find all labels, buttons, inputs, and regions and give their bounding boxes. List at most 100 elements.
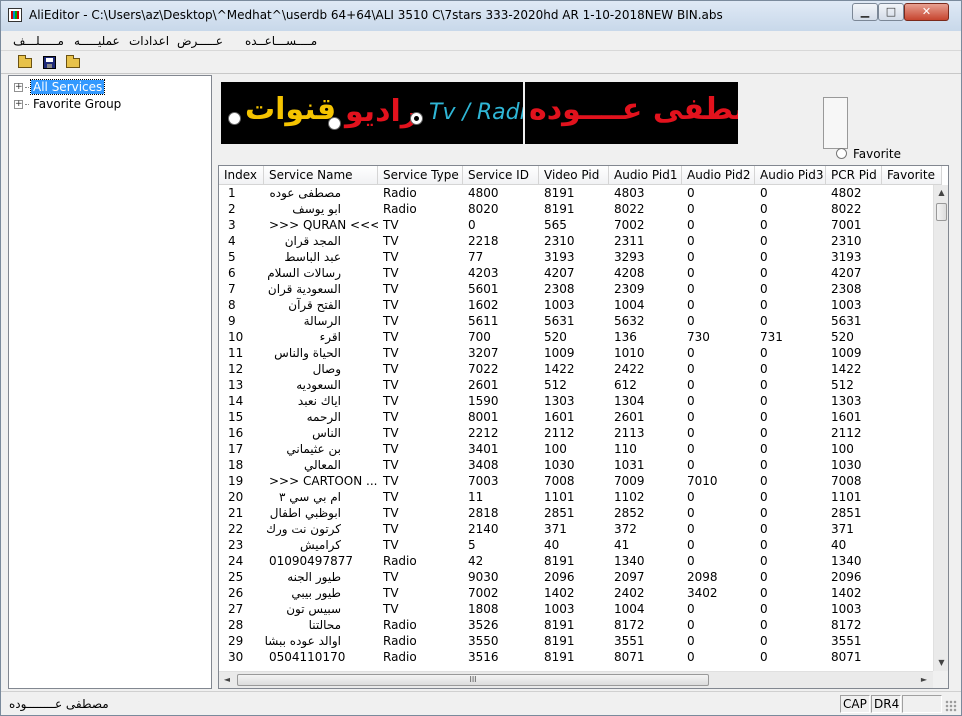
vertical-scrollbar[interactable]: ▲ ▼: [933, 185, 948, 671]
menu-file[interactable]: مـــــلـــف: [13, 34, 64, 48]
table-cell: 3193: [831, 250, 862, 264]
vertical-scroll-thumb[interactable]: [936, 203, 947, 221]
scroll-left-icon[interactable]: ◄: [219, 672, 235, 688]
tree-item-all-services[interactable]: + All Services: [14, 79, 106, 95]
table-cell: اوالد عوده ببشال: [264, 634, 341, 648]
table-cell: محالتنا: [308, 618, 341, 632]
table-cell: 136: [614, 330, 637, 344]
table-cell: 4207: [831, 266, 862, 280]
maximize-button[interactable]: □: [878, 3, 904, 21]
grid-body[interactable]: 1 مصطفى عوده Radio 4800 8191 4803 0 0 4802 2 ابو ي…: [219, 185, 933, 671]
table-cell: 0: [687, 202, 695, 216]
table-row[interactable]: 18 المعالي TV 3408 1030 1031 0 0 1030: [219, 457, 933, 473]
table-cell: ابو يوسف: [292, 202, 341, 216]
table-cell: 0: [760, 266, 768, 280]
table-row[interactable]: 22 كرتون نت ورك TV 2140 371 372 0 0 371: [219, 521, 933, 537]
table-row[interactable]: 3 >>> QURAN <<< TV 0 565 7002 0 0 7001: [219, 217, 933, 233]
table-row[interactable]: 12 وصال TV 7022 1422 2422 0 0 1422: [219, 361, 933, 377]
table-cell: 2309: [614, 282, 645, 296]
menu-settings[interactable]: اعدادات: [129, 34, 169, 48]
horizontal-scrollbar[interactable]: ◄ III ►: [219, 671, 933, 688]
tree-item-favorite-group[interactable]: + Favorite Group: [14, 96, 123, 112]
services-grid[interactable]: Index Service Name Service Type Service ID V…: [218, 165, 949, 689]
tree-item-label[interactable]: Favorite Group: [31, 97, 123, 111]
table-cell: 9030: [468, 570, 499, 584]
scroll-down-icon[interactable]: ▼: [934, 655, 948, 671]
tv-radio-radio[interactable]: [410, 112, 423, 125]
table-cell: 2311: [614, 234, 645, 248]
column-header[interactable]: Audio Pid2: [682, 166, 755, 185]
save-as-button[interactable]: [64, 54, 82, 71]
table-cell: TV: [383, 362, 399, 376]
table-cell: 14: [228, 394, 244, 408]
minimize-button[interactable]: ▁: [852, 3, 878, 21]
table-row[interactable]: 5 عبد الباسط TV 77 3193 3293 0 0 3193: [219, 249, 933, 265]
column-header[interactable]: Index: [219, 166, 264, 185]
column-header[interactable]: Video Pid: [539, 166, 609, 185]
table-row[interactable]: 9 الرسالة TV 5611 5631 5632 0 0 5631: [219, 313, 933, 329]
resize-grip-icon[interactable]: [945, 700, 957, 712]
table-row[interactable]: 10 اقرء TV 700 520 136 730 731 520: [219, 329, 933, 345]
table-row[interactable]: 4 المجد قران TV 2218 2310 2311 0 0 2310: [219, 233, 933, 249]
open-button[interactable]: [16, 54, 34, 71]
table-cell: TV: [383, 602, 399, 616]
table-row[interactable]: 1 مصطفى عوده Radio 4800 8191 4803 0 0 4802: [219, 185, 933, 201]
column-header[interactable]: Service Name: [264, 166, 378, 185]
table-row[interactable]: 21 ابوظبي اطفال TV 2818 2851 2852 0 0 2851: [219, 505, 933, 521]
table-cell: 0: [760, 362, 768, 376]
menu-operation[interactable]: عمليـــــه: [74, 34, 120, 48]
table-cell: 2218: [468, 234, 499, 248]
table-row[interactable]: 6 رسالات السلام TV 4203 4207 4208 0 0 4207: [219, 265, 933, 281]
table-row[interactable]: 26 طيور بيبي TV 7002 1402 2402 3402 0 1402: [219, 585, 933, 601]
table-row[interactable]: 25 طيور الجنه TV 9030 2096 2097 2098 0 2096: [219, 569, 933, 585]
table-row[interactable]: 13 السعوديه TV 2601 512 612 0 0 512: [219, 377, 933, 393]
table-row[interactable]: 16 الناس TV 2212 2112 2113 0 0 2112: [219, 425, 933, 441]
column-header[interactable]: Favorite: [882, 166, 942, 185]
table-row[interactable]: 30 0504110170 Radio 3516 8191 8071 0 0 8071: [219, 649, 933, 665]
radio-radio[interactable]: [328, 117, 341, 130]
column-header[interactable]: Service Type: [378, 166, 463, 185]
menu-help[interactable]: مــــســـاعــده: [245, 34, 317, 48]
table-row[interactable]: 11 الحياة والناس TV 3207 1009 1010 0 0 1009: [219, 345, 933, 361]
table-row[interactable]: 2 ابو يوسف Radio 8020 8191 8022 0 0 8022: [219, 201, 933, 217]
table-cell: TV: [383, 218, 399, 232]
tree-item-label[interactable]: All Services: [29, 79, 106, 95]
table-cell: 7010: [687, 474, 718, 488]
column-header[interactable]: Audio Pid3: [755, 166, 826, 185]
horizontal-scroll-thumb[interactable]: III: [237, 674, 709, 686]
expand-icon[interactable]: +: [14, 99, 23, 109]
favorite-radio[interactable]: [836, 148, 847, 159]
title-bar[interactable]: AliEditor - C:\Users\az\Desktop\^Medhat^…: [1, 1, 961, 31]
save-button[interactable]: [40, 54, 58, 71]
column-header[interactable]: PCR Pid: [826, 166, 882, 185]
table-row[interactable]: 8 الفتح قرآن TV 1602 1003 1004 0 0 1003: [219, 297, 933, 313]
menu-view[interactable]: عـــــرض: [177, 34, 223, 48]
table-row[interactable]: 7 السعودية قران TV 5601 2308 2309 0 0 2308: [219, 281, 933, 297]
scroll-right-icon[interactable]: ►: [916, 672, 932, 688]
table-row[interactable]: 19 >>> CARTOON ... TV 7003 7008 7009 7010 0 7008: [219, 473, 933, 489]
table-row[interactable]: 17 بن عثيماني TV 3401 100 110 0 0 100: [219, 441, 933, 457]
table-row[interactable]: 20 ام بي سي ٣ TV 11 1101 1102 0 0 1101: [219, 489, 933, 505]
table-cell: 0: [760, 282, 768, 296]
table-row[interactable]: 23 كراميش TV 5 40 41 0 0 40: [219, 537, 933, 553]
column-header[interactable]: Service ID: [463, 166, 539, 185]
column-header[interactable]: Audio Pid1: [609, 166, 682, 185]
table-cell: 8191: [544, 650, 575, 664]
table-row[interactable]: 29 اوالد عوده ببشال Radio 3550 8191 3551 0 0 355…: [219, 633, 933, 649]
table-cell: 5611: [468, 314, 499, 328]
table-row[interactable]: 27 سبيس تون TV 1808 1003 1004 0 0 1003: [219, 601, 933, 617]
service-tree[interactable]: + All Services + Favorite Group: [8, 75, 212, 689]
table-row[interactable]: 24 01090497877 Radio 42 8191 1340 0 0 1340: [219, 553, 933, 569]
table-cell: 4203: [468, 266, 499, 280]
scroll-up-icon[interactable]: ▲: [934, 185, 948, 201]
channels-radio[interactable]: [228, 112, 241, 125]
expand-icon[interactable]: +: [14, 82, 23, 92]
table-cell: عبد الباسط: [284, 250, 341, 264]
table-row[interactable]: 15 الرحمه TV 8001 1601 2601 0 0 1601: [219, 409, 933, 425]
table-row[interactable]: 14 اياك نعبد TV 1590 1303 1304 0 0 1303: [219, 393, 933, 409]
tree-connector: [25, 103, 29, 105]
author-banner: م / مصطفى عــــوده: [525, 82, 738, 144]
close-button[interactable]: ✕: [904, 3, 949, 21]
table-row[interactable]: 28 محالتنا Radio 3526 8191 8172 0 0 8172: [219, 617, 933, 633]
app-icon[interactable]: [8, 8, 22, 22]
